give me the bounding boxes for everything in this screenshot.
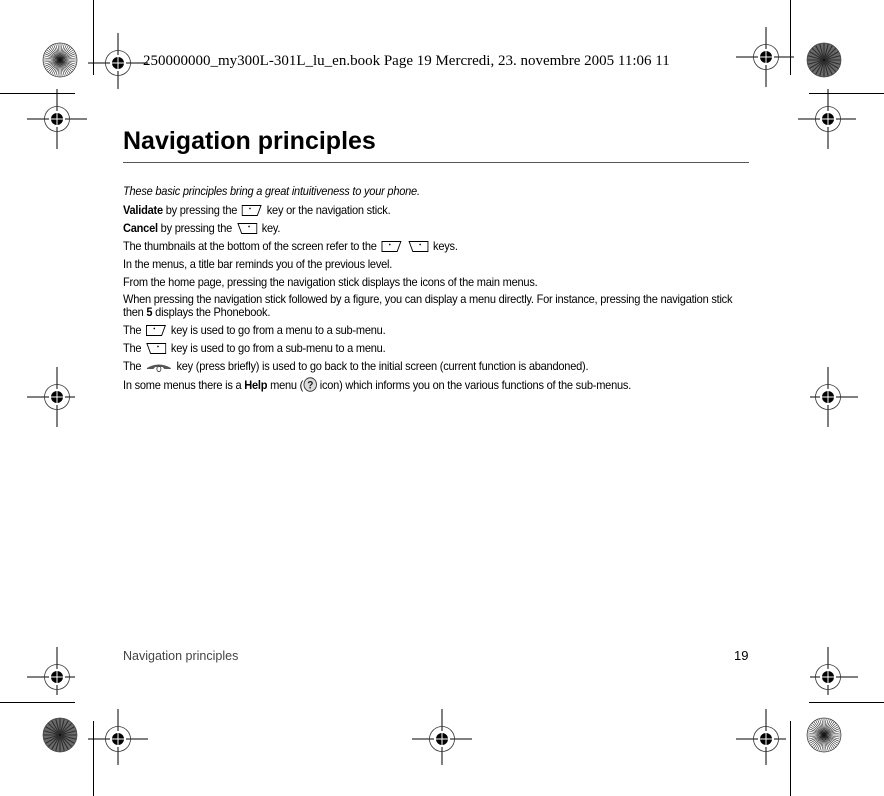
text: key.	[258, 221, 281, 235]
text: The	[123, 323, 145, 337]
title-bar-paragraph: In the menus, a title bar reminds you of…	[123, 257, 393, 271]
left-softkey-icon	[146, 343, 167, 354]
home-page-paragraph: From the home page, pressing the navigat…	[123, 275, 538, 289]
svg-text:?: ?	[307, 379, 313, 391]
figure-paragraph: When pressing the navigation stick follo…	[123, 293, 751, 319]
page-title: Navigation principles	[123, 127, 376, 155]
validate-paragraph: Validate by pressing the key or the navi…	[123, 203, 751, 217]
text: The	[123, 341, 145, 355]
text: key is used to go from a sub-menu to a m…	[168, 341, 386, 355]
registration-mark-icon	[412, 709, 472, 769]
end-key-paragraph: The key (press briefly) is used to go ba…	[123, 359, 751, 373]
color-bar-rosette-icon	[42, 717, 78, 753]
end-key-icon	[146, 362, 172, 372]
text: by pressing the	[162, 203, 240, 217]
right-softkey-icon	[146, 325, 167, 336]
validate-term: Validate	[123, 203, 163, 217]
left-softkey-icon	[408, 241, 429, 252]
registration-mark-icon	[88, 33, 148, 93]
color-bar-rosette-icon	[806, 42, 842, 78]
text: displays the Phonebook.	[152, 305, 271, 319]
right-softkey-icon	[241, 205, 262, 216]
registration-mark-icon	[798, 367, 858, 427]
text: by pressing the	[157, 221, 235, 235]
menu-paragraph: The key is used to go from a sub-menu to…	[123, 341, 751, 355]
help-question-icon: ?	[303, 377, 317, 392]
text: In some menus there is a	[123, 378, 245, 392]
registration-mark-icon	[798, 89, 858, 149]
footer-section-title: Navigation principles	[123, 649, 239, 663]
text: icon) which informs you on the various f…	[316, 378, 632, 392]
right-softkey-icon	[381, 241, 402, 252]
submenu-paragraph: The key is used to go from a menu to a s…	[123, 323, 751, 337]
text: key is used to go from a menu to a sub-m…	[168, 323, 386, 337]
print-header: 250000000_my300L-301L_lu_en.book Page 19…	[143, 53, 670, 69]
text: The	[123, 359, 145, 373]
title-divider	[123, 162, 749, 163]
help-term: Help	[244, 378, 268, 392]
registration-mark-icon	[88, 709, 148, 769]
registration-mark-icon	[27, 367, 87, 427]
help-paragraph: In some menus there is a Help menu (? ic…	[123, 377, 751, 392]
left-softkey-icon	[237, 223, 258, 234]
registration-mark-icon	[27, 89, 87, 149]
thumbnails-paragraph: The thumbnails at the bottom of the scre…	[123, 239, 751, 253]
registration-mark-icon	[736, 27, 796, 87]
text: keys.	[430, 239, 458, 253]
intro-text: These basic principles bring a great int…	[123, 184, 420, 198]
text: The thumbnails at the bottom of the scre…	[123, 239, 380, 253]
color-bar-rosette-icon	[42, 42, 78, 78]
color-bar-rosette-icon	[806, 717, 842, 753]
registration-mark-icon	[736, 709, 796, 769]
text: key (press briefly) is used to go back t…	[173, 359, 589, 373]
cancel-term: Cancel	[123, 221, 158, 235]
page-body: These basic principles bring a great int…	[123, 184, 751, 396]
text: menu (	[267, 378, 304, 392]
registration-mark-icon	[27, 647, 87, 707]
page-number: 19	[734, 648, 749, 663]
registration-mark-icon	[798, 647, 858, 707]
cancel-paragraph: Cancel by pressing the key.	[123, 221, 751, 235]
text: key or the navigation stick.	[263, 203, 391, 217]
